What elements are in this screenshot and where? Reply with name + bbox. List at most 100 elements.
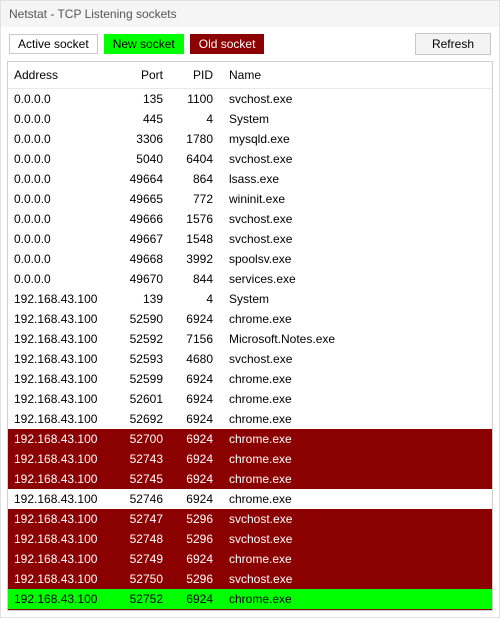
- cell-name: lsass.exe: [223, 169, 492, 189]
- cell-port: 52593: [118, 349, 173, 369]
- cell-address: 0.0.0.0: [8, 149, 118, 169]
- cell-port: 49665: [118, 189, 173, 209]
- cell-name: svchost.exe: [223, 509, 492, 529]
- legend-old: Old socket: [190, 34, 265, 54]
- cell-pid: 844: [173, 269, 223, 289]
- cell-pid: 6924: [173, 369, 223, 389]
- cell-address: 192.168.43.100: [8, 429, 118, 449]
- table-row[interactable]: 192.168.43.100527535296svchost.exe: [8, 609, 492, 611]
- table-row[interactable]: 0.0.0.0496661576svchost.exe: [8, 209, 492, 229]
- window: Netstat - TCP Listening sockets Active s…: [0, 0, 500, 618]
- cell-pid: 5296: [173, 569, 223, 589]
- cell-address: 0.0.0.0: [8, 269, 118, 289]
- cell-port: 52590: [118, 309, 173, 329]
- cell-port: 52749: [118, 549, 173, 569]
- cell-port: 139: [118, 289, 173, 309]
- table-row[interactable]: 0.0.0.049665772wininit.exe: [8, 189, 492, 209]
- cell-address: 192.168.43.100: [8, 509, 118, 529]
- table-row[interactable]: 192.168.43.1001394System: [8, 289, 492, 309]
- cell-address: 192.168.43.100: [8, 389, 118, 409]
- table-row[interactable]: 192.168.43.100527466924chrome.exe: [8, 489, 492, 509]
- table-row[interactable]: 192.168.43.100527485296svchost.exe: [8, 529, 492, 549]
- cell-pid: 7156: [173, 329, 223, 349]
- table-row[interactable]: 192.168.43.100527456924chrome.exe: [8, 469, 492, 489]
- table-row[interactable]: 192.168.43.100527006924chrome.exe: [8, 429, 492, 449]
- cell-pid: 1100: [173, 89, 223, 110]
- cell-name: spoolsv.exe: [223, 249, 492, 269]
- cell-pid: 6404: [173, 149, 223, 169]
- cell-port: 3306: [118, 129, 173, 149]
- cell-port: 52750: [118, 569, 173, 589]
- table-row[interactable]: 192.168.43.100525906924chrome.exe: [8, 309, 492, 329]
- cell-address: 192.168.43.100: [8, 569, 118, 589]
- cell-port: 52592: [118, 329, 173, 349]
- cell-address: 192.168.43.100: [8, 549, 118, 569]
- table-row[interactable]: 192.168.43.100527475296svchost.exe: [8, 509, 492, 529]
- table-row[interactable]: 0.0.0.0496683992spoolsv.exe: [8, 249, 492, 269]
- cell-address: 0.0.0.0: [8, 129, 118, 149]
- cell-address: 0.0.0.0: [8, 229, 118, 249]
- cell-name: chrome.exe: [223, 469, 492, 489]
- cell-name: chrome.exe: [223, 309, 492, 329]
- cell-name: Microsoft.Notes.exe: [223, 329, 492, 349]
- table-row[interactable]: 192.168.43.100526926924chrome.exe: [8, 409, 492, 429]
- cell-port: 52746: [118, 489, 173, 509]
- cell-pid: 5296: [173, 509, 223, 529]
- cell-name: chrome.exe: [223, 369, 492, 389]
- cell-port: 49670: [118, 269, 173, 289]
- legend-new: New socket: [104, 34, 184, 54]
- cell-pid: 6924: [173, 429, 223, 449]
- col-name[interactable]: Name: [223, 62, 492, 89]
- cell-port: 52601: [118, 389, 173, 409]
- cell-port: 445: [118, 109, 173, 129]
- cell-address: 192.168.43.100: [8, 529, 118, 549]
- cell-port: 49664: [118, 169, 173, 189]
- table-row[interactable]: 192.168.43.100525996924chrome.exe: [8, 369, 492, 389]
- cell-pid: 6924: [173, 389, 223, 409]
- table-row[interactable]: 192.168.43.100525934680svchost.exe: [8, 349, 492, 369]
- cell-address: 192.168.43.100: [8, 489, 118, 509]
- table-row[interactable]: 0.0.0.050406404svchost.exe: [8, 149, 492, 169]
- table-row[interactable]: 192.168.43.100527436924chrome.exe: [8, 449, 492, 469]
- cell-port: 135: [118, 89, 173, 110]
- table-row[interactable]: 0.0.0.01351100svchost.exe: [8, 89, 492, 110]
- table-row[interactable]: 192.168.43.100527526924chrome.exe: [8, 589, 492, 609]
- socket-table-scroll[interactable]: Address Port PID Name 0.0.0.01351100svch…: [7, 61, 493, 611]
- cell-name: chrome.exe: [223, 389, 492, 409]
- cell-port: 52700: [118, 429, 173, 449]
- cell-pid: 6924: [173, 589, 223, 609]
- table-row[interactable]: 0.0.0.049670844services.exe: [8, 269, 492, 289]
- cell-address: 0.0.0.0: [8, 249, 118, 269]
- legend-active: Active socket: [9, 34, 98, 54]
- cell-address: 0.0.0.0: [8, 89, 118, 110]
- table-row[interactable]: 192.168.43.100526016924chrome.exe: [8, 389, 492, 409]
- cell-address: 0.0.0.0: [8, 209, 118, 229]
- cell-name: wininit.exe: [223, 189, 492, 209]
- cell-port: 52745: [118, 469, 173, 489]
- cell-name: svchost.exe: [223, 569, 492, 589]
- cell-name: svchost.exe: [223, 349, 492, 369]
- table-row[interactable]: 0.0.0.04454System: [8, 109, 492, 129]
- table-row[interactable]: 0.0.0.049664864lsass.exe: [8, 169, 492, 189]
- cell-name: chrome.exe: [223, 449, 492, 469]
- cell-pid: 864: [173, 169, 223, 189]
- cell-address: 192.168.43.100: [8, 369, 118, 389]
- cell-pid: 4: [173, 109, 223, 129]
- table-row[interactable]: 192.168.43.100527496924chrome.exe: [8, 549, 492, 569]
- cell-port: 52753: [118, 609, 173, 611]
- col-address[interactable]: Address: [8, 62, 118, 89]
- cell-pid: 1548: [173, 229, 223, 249]
- col-pid[interactable]: PID: [173, 62, 223, 89]
- table-row[interactable]: 192.168.43.100525927156Microsoft.Notes.e…: [8, 329, 492, 349]
- cell-name: chrome.exe: [223, 429, 492, 449]
- cell-name: svchost.exe: [223, 209, 492, 229]
- table-row[interactable]: 0.0.0.0496671548svchost.exe: [8, 229, 492, 249]
- cell-pid: 1576: [173, 209, 223, 229]
- table-row[interactable]: 0.0.0.033061780mysqld.exe: [8, 129, 492, 149]
- table-row[interactable]: 192.168.43.100527505296svchost.exe: [8, 569, 492, 589]
- cell-address: 0.0.0.0: [8, 169, 118, 189]
- col-port[interactable]: Port: [118, 62, 173, 89]
- cell-name: mysqld.exe: [223, 129, 492, 149]
- refresh-button[interactable]: Refresh: [415, 33, 491, 55]
- cell-name: svchost.exe: [223, 89, 492, 110]
